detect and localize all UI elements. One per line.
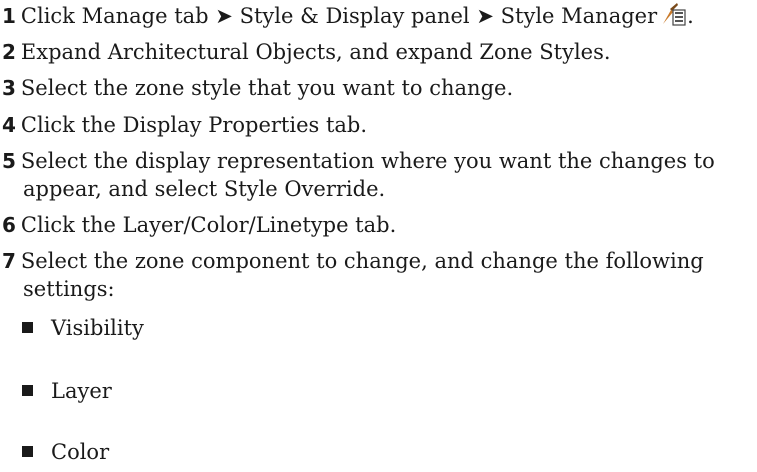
- step-text: Select the display representation where …: [20, 149, 715, 173]
- step-text: Click the Display Properties tab.: [20, 113, 368, 137]
- step-number: 4: [2, 113, 16, 137]
- bullet-item-layer: Layer: [22, 377, 112, 405]
- step-number: 7: [2, 249, 16, 273]
- step-text-panel: Style & Display panel: [239, 4, 470, 28]
- step-5: 5 Select the display representation where…: [2, 147, 754, 175]
- bullet-item-color: Color: [22, 438, 109, 466]
- step-2: 2 Expand Architectural Objects, and expan…: [2, 38, 754, 66]
- step-4: 4 Click the Display Properties tab.: [2, 111, 754, 139]
- step-number: 5: [2, 149, 16, 173]
- step-6: 6 Click the Layer/Color/Linetype tab.: [2, 211, 754, 239]
- step-text-manage-tab: Click Manage tab: [20, 4, 209, 28]
- step-number: 1: [2, 4, 16, 28]
- step-text: Click the Layer/Color/Linetype tab.: [20, 213, 397, 237]
- style-manager-icon: [661, 2, 687, 26]
- bullet-label: Color: [51, 440, 110, 464]
- square-bullet-icon: [22, 446, 33, 457]
- step-number: 2: [2, 40, 16, 64]
- step-number: 3: [2, 76, 16, 100]
- square-bullet-icon: [22, 385, 33, 396]
- square-bullet-icon: [22, 322, 33, 333]
- step-7: 7 Select the zone component to change, an…: [2, 247, 754, 275]
- arrow-separator: ➤: [215, 4, 233, 28]
- step-number: 6: [2, 213, 16, 237]
- step-1: 1 Click Manage tab ➤ Style & Display pane…: [2, 2, 754, 30]
- step-text: Expand Architectural Objects, and expand…: [20, 40, 611, 64]
- step-5-continuation: appear, and select Style Override.: [23, 177, 386, 201]
- step-text: Select the zone style that you want to c…: [20, 76, 514, 100]
- step-7-continuation: settings:: [23, 277, 115, 301]
- bullet-label: Layer: [51, 379, 112, 403]
- step-text-style-manager: Style Manager: [500, 4, 658, 28]
- step-3: 3 Select the zone style that you want to …: [2, 74, 754, 102]
- bullet-item-visibility: Visibility: [22, 314, 144, 342]
- step-text: Select the zone component to change, and…: [20, 249, 704, 273]
- bullet-label: Visibility: [51, 316, 144, 340]
- step-end-period: .: [687, 4, 694, 28]
- arrow-separator: ➤: [476, 4, 494, 28]
